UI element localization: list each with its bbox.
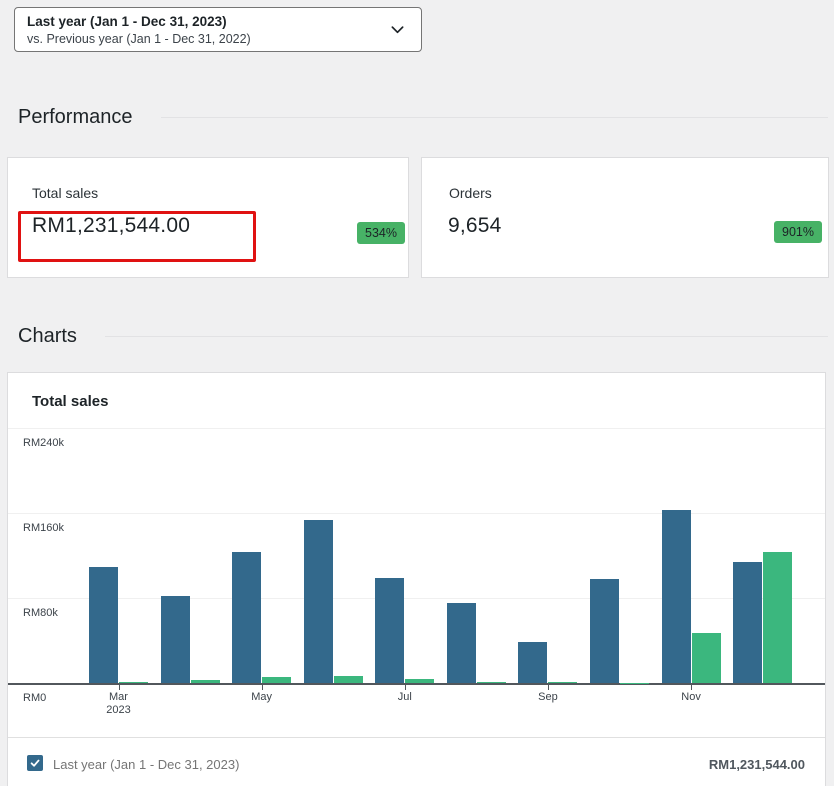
orders-delta-badge: 901% (774, 221, 822, 243)
bar-Jul-current (375, 578, 404, 683)
summary-card-orders[interactable]: Orders 9,654 (421, 157, 829, 278)
chart-legend-row[interactable]: Last year (Jan 1 - Dec 31, 2023) RM1,231… (8, 737, 825, 786)
x-axis-label-May: May (227, 691, 297, 704)
bar-Sep-previous (548, 682, 577, 683)
legend-label: Last year (Jan 1 - Dec 31, 2023) (53, 757, 239, 772)
date-range-comparison: vs. Previous year (Jan 1 - Dec 31, 2022) (27, 31, 381, 47)
legend-total-value: RM1,231,544.00 (709, 757, 805, 772)
bar-Dec-previous (763, 552, 792, 683)
bar-Jul-previous (405, 679, 434, 683)
x-tick-Mar (119, 685, 120, 690)
bar-May-previous (262, 677, 291, 683)
gridline-RM80k (8, 598, 825, 599)
x-axis-label-Sep: Sep (513, 691, 583, 704)
performance-section-header: Performance (18, 106, 828, 129)
charts-heading-rule (105, 336, 828, 337)
x-tick-Sep (548, 685, 549, 690)
x-axis-label-Mar: Mar2023 (84, 691, 154, 717)
bar-Jun-current (304, 520, 333, 683)
orders-value: 9,654 (448, 214, 502, 238)
date-range-primary: Last year (Jan 1 - Dec 31, 2023) (27, 13, 381, 31)
orders-label: Orders (449, 185, 492, 201)
x-axis-line (8, 683, 825, 685)
x-axis-label-Jul: Jul (370, 691, 440, 704)
bar-Dec-current (733, 562, 762, 683)
bar-Sep-current (518, 642, 547, 683)
bar-Aug-previous (477, 682, 506, 683)
bar-Mar-current (89, 567, 118, 683)
bar-Apr-current (161, 596, 190, 683)
total-sales-chart-card: Total sales RM0RM80kRM160kRM240kMar2023M… (7, 372, 826, 786)
x-tick-Jul (405, 685, 406, 690)
y-axis-label-RM160k: RM160k (23, 522, 64, 534)
y-axis-label-RM240k: RM240k (23, 437, 64, 449)
bar-Apr-previous (191, 680, 220, 683)
chart-plot: RM0 RM80k RM160k RM240k Mar2023 May Jul Sep Nov (8, 373, 825, 735)
total-sales-delta-badge: 534% (357, 222, 405, 244)
date-range-selector[interactable]: Last year (Jan 1 - Dec 31, 2023) vs. Pre… (14, 7, 422, 52)
x-tick-Nov (691, 685, 692, 690)
legend-checkbox-checked[interactable] (27, 755, 43, 771)
bar-Aug-current (447, 603, 476, 683)
charts-heading: Charts (18, 325, 77, 348)
x-axis-year-label: 2023 (84, 704, 154, 717)
analytics-overview-page: Last year (Jan 1 - Dec 31, 2023) vs. Pre… (0, 0, 834, 786)
chevron-down-icon (390, 22, 405, 42)
gridline-RM160k (8, 513, 825, 514)
y-axis-label-RM80k: RM80k (23, 607, 58, 619)
performance-heading: Performance (18, 106, 133, 129)
bar-Jun-previous (334, 676, 363, 683)
bar-May-current (232, 552, 261, 683)
bar-Oct-current (590, 579, 619, 683)
gridline-RM240k (8, 428, 825, 429)
total-sales-value: RM1,231,544.00 (32, 214, 190, 238)
x-axis-label-Nov: Nov (656, 691, 726, 704)
charts-section-header: Charts (18, 325, 828, 348)
bar-Nov-previous (692, 633, 721, 683)
summary-card-total-sales[interactable]: Total sales RM1,231,544.00 (7, 157, 409, 278)
y-axis-label-RM0: RM0 (23, 692, 46, 704)
x-tick-May (262, 685, 263, 690)
bar-Nov-current (662, 510, 691, 683)
bar-Mar-previous (119, 682, 148, 683)
total-sales-label: Total sales (32, 185, 98, 201)
performance-heading-rule (161, 117, 829, 118)
